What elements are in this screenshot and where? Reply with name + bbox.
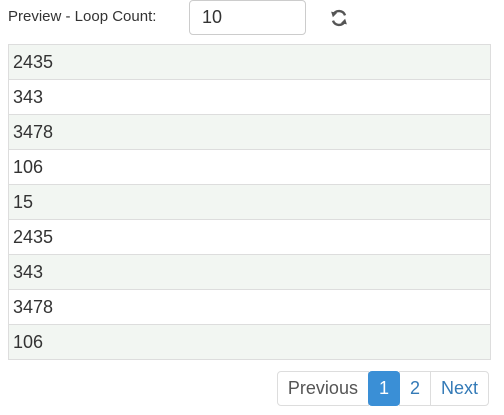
table-row: 3478 [8, 114, 491, 150]
refresh-icon [331, 9, 347, 27]
table-row: 3478 [8, 289, 491, 325]
table-row: 343 [8, 254, 491, 290]
refresh-button[interactable] [328, 7, 350, 29]
table-row: 15 [8, 184, 491, 220]
page-1-button[interactable]: 1 [367, 371, 400, 406]
table-row: 2435 [8, 219, 491, 255]
table-cell: 3478 [8, 289, 491, 325]
table-cell: 15 [8, 184, 491, 220]
table-cell: 106 [8, 149, 491, 185]
table-row: 106 [8, 149, 491, 185]
table-row: 2435 [8, 44, 491, 80]
table-cell: 3478 [8, 114, 491, 150]
preview-table: 2435 343 3478 106 15 2435 343 3478 106 [8, 44, 491, 360]
pagination: Previous 1 2 Next [276, 371, 489, 406]
table-cell: 2435 [8, 44, 491, 80]
previous-page-button[interactable]: Previous [276, 371, 369, 406]
table-row: 343 [8, 79, 491, 115]
page-2-button[interactable]: 2 [398, 371, 431, 406]
table-cell: 343 [8, 79, 491, 115]
loop-count-label: Preview - Loop Count: [8, 8, 157, 25]
loop-count-header: Preview - Loop Count: [8, 0, 156, 40]
table-cell: 106 [8, 324, 491, 360]
loop-count-input[interactable] [189, 0, 306, 35]
preview-panel: Preview - Loop Count: 2435 343 3478 106 … [0, 0, 504, 415]
table-row: 106 [8, 324, 491, 360]
next-page-button[interactable]: Next [429, 371, 489, 406]
table-cell: 2435 [8, 219, 491, 255]
table-cell: 343 [8, 254, 491, 290]
